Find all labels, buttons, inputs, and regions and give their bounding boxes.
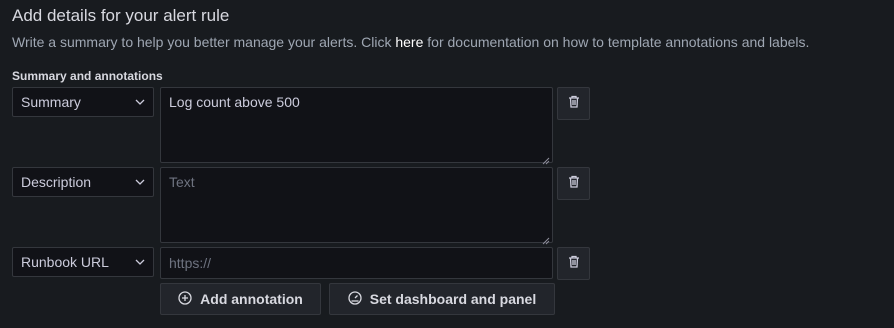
annotation-key-select-summary[interactable]: Summary bbox=[12, 87, 154, 117]
annotation-key-select-runbook-url[interactable]: Runbook URL bbox=[12, 247, 154, 277]
delete-summary-button[interactable] bbox=[557, 87, 590, 120]
resize-handle-icon[interactable] bbox=[542, 232, 550, 245]
description-placeholder: Text bbox=[169, 174, 195, 190]
subtitle-text-after: for documentation on how to template ann… bbox=[423, 34, 810, 50]
annotation-key-label: Summary bbox=[21, 94, 81, 110]
section-label: Summary and annotations bbox=[12, 69, 163, 83]
annotation-key-select-description[interactable]: Description bbox=[12, 167, 154, 197]
annotation-key-label: Runbook URL bbox=[21, 254, 109, 270]
summary-value: Log count above 500 bbox=[169, 94, 300, 110]
add-annotation-label: Add annotation bbox=[200, 291, 303, 307]
runbook-url-placeholder: https:// bbox=[169, 255, 212, 271]
chevron-down-icon bbox=[135, 177, 145, 187]
plus-circle-icon bbox=[178, 290, 192, 308]
trash-icon bbox=[568, 175, 580, 193]
subtitle-text-before: Write a summary to help you better manag… bbox=[12, 34, 396, 50]
trash-icon bbox=[568, 255, 580, 273]
delete-runbook-url-button[interactable] bbox=[557, 247, 590, 280]
description-textarea[interactable]: Text bbox=[160, 167, 553, 245]
subtitle: Write a summary to help you better manag… bbox=[12, 34, 809, 50]
trash-icon bbox=[568, 95, 580, 113]
resize-handle-icon[interactable] bbox=[542, 152, 550, 165]
set-dashboard-label: Set dashboard and panel bbox=[369, 291, 537, 307]
chevron-down-icon bbox=[135, 257, 145, 267]
page-title: Add details for your alert rule bbox=[12, 6, 230, 25]
delete-description-button[interactable] bbox=[557, 167, 590, 200]
annotation-key-label: Description bbox=[21, 174, 92, 190]
set-dashboard-and-panel-button[interactable]: Set dashboard and panel bbox=[329, 283, 555, 315]
runbook-url-input[interactable]: https:// bbox=[160, 247, 553, 279]
documentation-link[interactable]: here bbox=[395, 34, 423, 50]
summary-textarea[interactable]: Log count above 500 bbox=[160, 87, 553, 165]
dashboard-icon bbox=[348, 290, 362, 308]
add-annotation-button[interactable]: Add annotation bbox=[160, 283, 321, 315]
chevron-down-icon bbox=[135, 97, 145, 107]
